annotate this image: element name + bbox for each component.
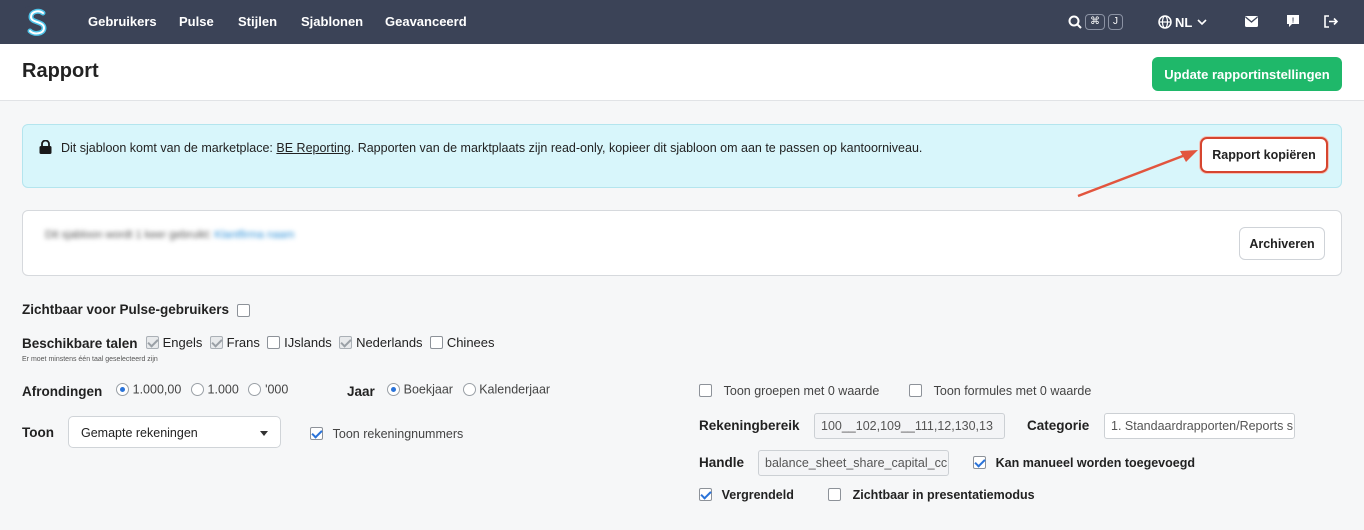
rounding-option-2-label: 1.000 xyxy=(207,382,239,397)
locked-label: Vergrendeld xyxy=(721,487,794,502)
top-navbar: Gebruikers Pulse Stijlen Sjablonen Geava… xyxy=(0,0,1364,44)
rounding-label: Afrondingen xyxy=(22,384,103,399)
alert-text-after: . Rapporten van de marktplaats zijn read… xyxy=(350,141,923,155)
manual-add-row: Kan manueel worden toegevoegd xyxy=(973,454,1195,470)
language-selector[interactable]: NL xyxy=(1158,0,1207,44)
show-zero-groups-checkbox[interactable] xyxy=(699,384,712,398)
languages-hint: Er moet minstens één taal geselecteerd z… xyxy=(22,356,158,363)
usage-link[interactable]: Klantfirma naam xyxy=(214,229,294,241)
alert-message: Dit sjabloon komt van de marketplace: BE… xyxy=(61,141,922,155)
show-zero-formulas-label: Toon formules met 0 waarde xyxy=(933,383,1092,398)
nav-gebruikers[interactable]: Gebruikers xyxy=(88,14,157,29)
lang-engels-label: Engels xyxy=(162,335,203,351)
languages-label: Beschikbare talen xyxy=(22,336,138,351)
rounding-option-1[interactable] xyxy=(116,383,129,397)
rounding-option-2[interactable] xyxy=(190,383,204,397)
languages-options: Engels Frans IJslands Nederlands Chinees xyxy=(146,334,495,350)
show-zero-groups-label: Toon groepen met 0 waarde xyxy=(723,383,880,398)
shortcut-key-j: J xyxy=(1108,14,1123,30)
year-option-fiscal[interactable] xyxy=(387,383,400,397)
lang-ijslands-label: IJslands xyxy=(284,335,332,351)
show-select[interactable]: Gemapte rekeningen xyxy=(68,416,281,448)
lang-chinees-checkbox[interactable] xyxy=(430,336,444,350)
rounding-options: 1.000,00 1.000 '000 xyxy=(116,381,288,397)
visible-pulse-label: Zichtbaar voor Pulse-gebruikers xyxy=(22,302,230,317)
marketplace-link[interactable]: BE Reporting xyxy=(276,141,350,155)
locked-checkbox[interactable] xyxy=(699,488,712,502)
lang-engels-checkbox[interactable] xyxy=(146,336,159,350)
usage-info-text: Dit sjabloon wordt 1 keer gebruikt: Klan… xyxy=(45,229,294,241)
zero-formulas-row: Toon formules met 0 waarde xyxy=(909,382,1091,398)
nav-geavanceerd[interactable]: Geavanceerd xyxy=(385,14,467,29)
rounding-option-1-label: 1.000,00 xyxy=(132,382,182,397)
caret-down-icon xyxy=(260,431,268,436)
category-input[interactable]: 1. Standaardrapporten/Reports s xyxy=(1104,413,1295,439)
year-options: Boekjaar Kalenderjaar xyxy=(387,381,550,397)
feedback-icon[interactable]: ! xyxy=(1286,14,1300,28)
handle-input[interactable]: balance_sheet_share_capital_cc xyxy=(758,450,949,476)
show-select-value: Gemapte rekeningen xyxy=(81,426,198,440)
copy-report-button[interactable]: Rapport kopiëren xyxy=(1200,137,1328,173)
year-option-fiscal-label: Boekjaar xyxy=(403,382,453,397)
update-report-settings-button[interactable]: Update rapportinstellingen xyxy=(1152,57,1342,91)
visible-pulse-checkbox[interactable] xyxy=(236,304,250,318)
logout-icon[interactable] xyxy=(1324,15,1338,28)
year-label: Jaar xyxy=(347,384,375,399)
account-range-input[interactable]: 100__102,109__111,12,130,13 xyxy=(814,413,1005,439)
show-account-numbers-row: Toon rekeningnummers xyxy=(310,425,463,441)
globe-icon xyxy=(1158,15,1172,29)
page-header: Rapport Update rapportinstellingen xyxy=(0,44,1364,101)
search-button[interactable]: ⌘ J xyxy=(1068,0,1123,44)
search-icon xyxy=(1068,15,1082,29)
lang-frans-checkbox[interactable] xyxy=(210,336,223,350)
rounding-option-3[interactable] xyxy=(248,383,262,397)
lang-frans-label: Frans xyxy=(226,335,260,351)
presentation-row: Zichtbaar in presentatiemodus xyxy=(828,486,1035,502)
presentation-visible-label: Zichtbaar in presentatiemodus xyxy=(852,487,1035,502)
usage-info-box: Dit sjabloon wordt 1 keer gebruikt: Klan… xyxy=(22,210,1342,276)
show-account-numbers-label: Toon rekeningnummers xyxy=(332,426,464,441)
category-label: Categorie xyxy=(1027,418,1090,433)
show-label: Toon xyxy=(22,425,54,440)
handle-label: Handle xyxy=(699,455,745,470)
zero-groups-row: Toon groepen met 0 waarde xyxy=(699,382,879,398)
annotation-arrow xyxy=(1077,150,1198,198)
lang-nederlands-checkbox[interactable] xyxy=(339,336,353,350)
lang-chinees-label: Chinees xyxy=(446,335,495,351)
archive-button[interactable]: Archiveren xyxy=(1239,227,1325,260)
show-account-numbers-checkbox[interactable] xyxy=(310,427,323,441)
app-logo-icon[interactable] xyxy=(24,6,50,38)
show-zero-formulas-checkbox[interactable] xyxy=(909,384,922,398)
year-option-calendar[interactable] xyxy=(462,383,476,397)
usage-text: Dit sjabloon wordt 1 keer gebruikt: xyxy=(45,229,212,241)
nav-stijlen[interactable]: Stijlen xyxy=(238,14,277,29)
chevron-down-icon xyxy=(1197,19,1207,26)
alert-text-before: Dit sjabloon komt van de marketplace: xyxy=(61,141,277,155)
presentation-visible-checkbox[interactable] xyxy=(828,488,841,502)
visible-pulse-row: Zichtbaar voor Pulse-gebruikers xyxy=(22,302,250,318)
shortcut-key-cmd: ⌘ xyxy=(1085,14,1105,30)
lang-nederlands-label: Nederlands xyxy=(356,335,423,351)
mail-icon[interactable] xyxy=(1245,16,1258,27)
year-option-calendar-label: Kalenderjaar xyxy=(479,382,551,397)
locked-row: Vergrendeld xyxy=(699,486,794,502)
manual-add-label: Kan manueel worden toegevoegd xyxy=(995,455,1195,470)
lock-icon xyxy=(39,140,52,154)
manual-add-checkbox[interactable] xyxy=(973,456,986,470)
svg-text:!: ! xyxy=(1292,18,1294,25)
rounding-option-3-label: '000 xyxy=(265,382,289,397)
page-title: Rapport xyxy=(22,60,99,82)
language-label: NL xyxy=(1175,14,1193,30)
nav-sjablonen[interactable]: Sjablonen xyxy=(301,14,363,29)
lang-ijslands-checkbox[interactable] xyxy=(267,336,281,350)
nav-pulse[interactable]: Pulse xyxy=(179,14,214,29)
account-range-label: Rekeningbereik xyxy=(699,418,800,433)
